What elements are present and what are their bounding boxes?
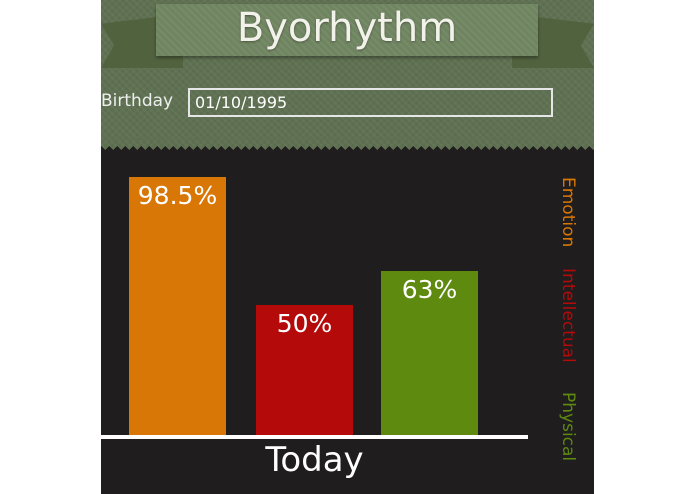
app-window: Byorhythm Birthday 98.5%50%63% Today Emo… <box>101 0 594 494</box>
bar-intellectual: 50% <box>256 305 353 437</box>
bar-value-label: 50% <box>276 309 333 338</box>
bar-physical: 63% <box>381 271 478 437</box>
bar-value-label: 63% <box>401 275 458 304</box>
chart-baseline <box>101 435 528 439</box>
x-axis-label: Today <box>265 440 364 480</box>
legend-emotion: Emotion <box>558 177 578 248</box>
bar-emotion: 98.5% <box>129 177 226 437</box>
legend-intellectual: Intellectual <box>558 268 578 363</box>
biorhythm-chart: 98.5% 50% 63% Today Emotion Intellectual Phy… <box>101 0 594 494</box>
legend-physical: Physical <box>558 392 578 462</box>
bar-value-label: 98.5% <box>137 181 218 210</box>
